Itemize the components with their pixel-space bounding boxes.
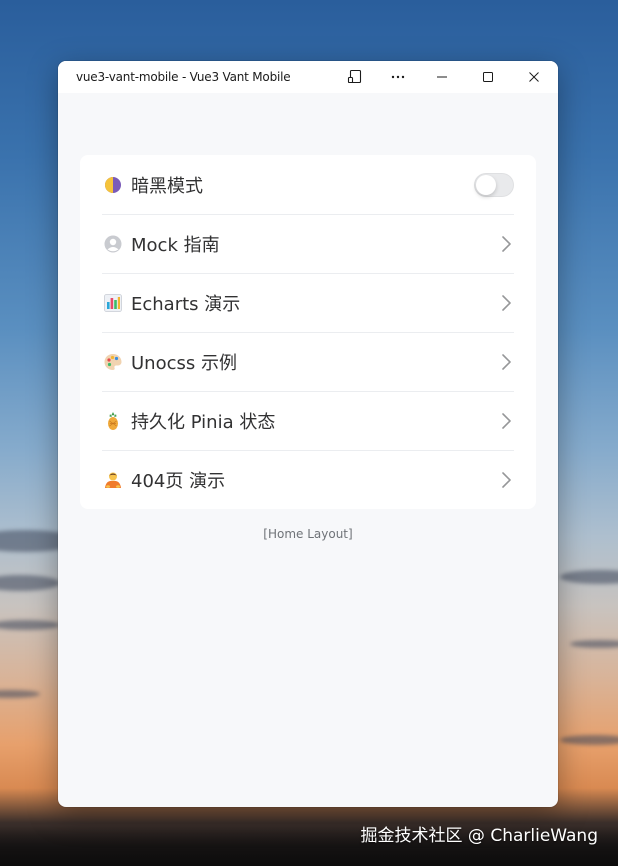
half-moon-icon — [103, 175, 123, 195]
minimize-icon — [436, 71, 448, 83]
chevron-right-icon — [498, 470, 514, 490]
dark-mode-switch[interactable] — [474, 172, 514, 197]
close-button[interactable] — [512, 61, 556, 93]
page-content: 暗黑模式 Mock 指南 Echarts 演示 Unocss 示例 持久化 Pi… — [58, 93, 558, 807]
settings-cell-group: 暗黑模式 Mock 指南 Echarts 演示 Unocss 示例 持久化 Pi… — [80, 155, 536, 509]
cell-404-demo[interactable]: 404页 演示 — [80, 450, 536, 509]
palette-icon — [103, 352, 123, 372]
layout-label: [Home Layout] — [263, 527, 353, 541]
cell-label: 持久化 Pinia 状态 — [131, 411, 276, 433]
window-title: vue3-vant-mobile - Vue3 Vant Mobile — [76, 70, 291, 84]
background-cloud — [570, 640, 618, 648]
bar-chart-icon — [103, 293, 123, 313]
chevron-right-icon — [498, 234, 514, 254]
cell-label: Echarts 演示 — [131, 293, 241, 315]
cell-dark-mode: 暗黑模式 — [80, 155, 536, 214]
background-cloud — [560, 570, 618, 584]
cell-label: 暗黑模式 — [131, 175, 203, 197]
chevron-right-icon — [498, 352, 514, 372]
background-cloud — [0, 620, 60, 630]
user-avatar-icon — [103, 234, 123, 254]
cast-button[interactable] — [333, 61, 377, 93]
cell-mock-guide[interactable]: Mock 指南 — [80, 214, 536, 273]
chevron-right-icon — [498, 293, 514, 313]
chevron-right-icon — [498, 411, 514, 431]
close-icon — [528, 71, 540, 83]
cast-icon — [347, 69, 363, 85]
more-button[interactable] — [376, 61, 420, 93]
background-cloud — [0, 575, 60, 591]
app-window: vue3-vant-mobile - Vue3 Vant Mobile 暗黑模式… — [58, 61, 558, 807]
cell-label: Unocss 示例 — [131, 352, 237, 374]
cell-label: Mock 指南 — [131, 234, 220, 256]
maximize-button[interactable] — [466, 61, 510, 93]
cell-echarts-demo[interactable]: Echarts 演示 — [80, 273, 536, 332]
person-bowing-icon — [103, 470, 123, 490]
cell-unocss-example[interactable]: Unocss 示例 — [80, 332, 536, 391]
background-cloud — [0, 690, 40, 698]
minimize-button[interactable] — [420, 61, 464, 93]
cell-persist-pinia[interactable]: 持久化 Pinia 状态 — [80, 391, 536, 450]
title-bar[interactable]: vue3-vant-mobile - Vue3 Vant Mobile — [58, 61, 558, 93]
switch-knob — [476, 174, 496, 195]
maximize-icon — [482, 71, 494, 83]
more-icon — [390, 69, 406, 85]
cell-label: 404页 演示 — [131, 470, 226, 492]
watermark-text: 掘金技术社区 @ CharlieWang — [360, 826, 598, 846]
pineapple-icon — [103, 411, 123, 431]
background-cloud — [560, 735, 618, 745]
